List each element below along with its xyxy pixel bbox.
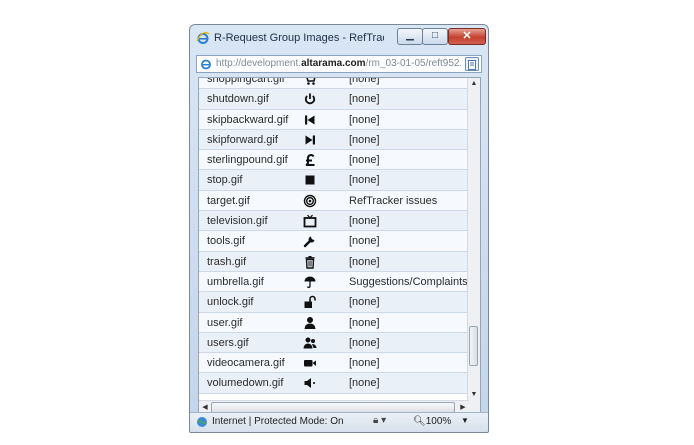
image-group: [none] <box>349 377 380 390</box>
page-report-button[interactable] <box>465 57 479 71</box>
vertical-scroll-thumb[interactable] <box>469 326 478 366</box>
security-zone-text[interactable]: Internet | Protected Mode: On <box>212 416 344 427</box>
image-row[interactable]: shoppingcart.gif [none] <box>199 77 469 90</box>
image-row[interactable]: target.gif RefTracker issues <box>199 190 469 212</box>
image-group: [none] <box>349 316 380 329</box>
maximize-button[interactable]: □ <box>422 28 448 45</box>
image-filename: videocamera.gif <box>207 357 285 370</box>
image-filename: users.gif <box>207 336 249 349</box>
image-list: shoppingcart.gif [none] shutdown.gif [no… <box>199 77 469 394</box>
trash-icon <box>305 255 315 269</box>
protected-mode-icon[interactable]: 🔒︎ ▾ <box>373 415 386 426</box>
image-filename: volumedown.gif <box>207 377 284 390</box>
minimize-button[interactable]: ▁ <box>397 28 423 45</box>
image-row[interactable]: sterlingpound.gif [none] <box>199 150 469 171</box>
image-filename: unlock.gif <box>207 296 254 309</box>
image-group: [none] <box>349 255 380 268</box>
user-icon <box>304 316 316 329</box>
image-filename: skipbackward.gif <box>207 113 289 126</box>
scroll-up-icon[interactable]: ▲ <box>468 78 480 90</box>
ie-page-icon <box>201 59 211 70</box>
url-prefix: http://development. <box>216 58 302 69</box>
image-row[interactable]: television.gif [none] <box>199 211 469 232</box>
url-domain: altarama.com <box>301 58 366 69</box>
internet-explorer-icon <box>196 31 210 44</box>
scroll-down-icon[interactable]: ▼ <box>468 389 480 401</box>
zoom-icon: 🔍︎ <box>413 416 426 427</box>
image-filename: skipforward.gif <box>207 133 278 146</box>
image-filename: stop.gif <box>207 174 243 187</box>
image-group: [none] <box>349 235 380 248</box>
image-filename: trash.gif <box>207 255 247 268</box>
image-group: [none] <box>349 296 380 309</box>
image-group: [none] <box>349 357 380 370</box>
image-row[interactable]: skipbackward.gif [none] <box>199 109 469 130</box>
globe-icon <box>197 417 207 427</box>
browser-popup-window: R-Request Group Images - RefTracker - T.… <box>189 24 489 433</box>
image-filename: sterlingpound.gif <box>207 154 288 167</box>
address-bar[interactable]: http://development.altarama.com/rm_03-01… <box>196 55 482 73</box>
window-title: R-Request Group Images - RefTracker - T.… <box>214 32 384 44</box>
image-group: [none] <box>349 77 380 85</box>
image-row[interactable]: volumedown.gif [none] <box>199 373 469 394</box>
image-group: [none] <box>349 133 380 146</box>
volume-down-icon <box>304 378 315 389</box>
title-bar[interactable]: R-Request Group Images - RefTracker - T.… <box>190 25 488 53</box>
users-icon <box>303 337 317 349</box>
image-group: [none] <box>349 93 380 106</box>
page-content: shoppingcart.gif [none] shutdown.gif [no… <box>198 77 481 416</box>
image-group: Suggestions/Complaints <box>349 275 468 288</box>
minimize-icon: ▁ <box>406 30 414 41</box>
power-icon <box>304 93 316 105</box>
wrench-icon <box>303 236 315 248</box>
image-group: [none] <box>349 154 380 167</box>
video-camera-icon <box>304 360 316 367</box>
zoom-value: 100% <box>425 416 452 427</box>
image-row[interactable]: shutdown.gif [none] <box>199 89 469 110</box>
zoom-level[interactable]: 🔍︎100% <box>413 416 451 427</box>
image-filename: user.gif <box>207 316 243 329</box>
image-group: [none] <box>349 174 380 187</box>
url-path: /rm_03-01-05/reft952. <box>365 58 461 69</box>
image-filename: target.gif <box>207 194 250 207</box>
image-row[interactable]: tools.gif [none] <box>199 231 469 252</box>
vertical-scrollbar[interactable]: ▲ ▼ <box>467 78 480 401</box>
page-report-icon <box>468 60 476 70</box>
status-bar: Internet | Protected Mode: On 🔒︎ ▾ 🔍︎100… <box>190 412 488 432</box>
television-icon <box>303 214 317 228</box>
address-url[interactable]: http://development.altarama.com/rm_03-01… <box>216 58 461 69</box>
image-filename: umbrella.gif <box>207 275 264 288</box>
image-row[interactable]: trash.gif [none] <box>199 251 469 272</box>
image-filename: tools.gif <box>207 235 245 248</box>
shopping-cart-icon <box>306 78 316 85</box>
image-row[interactable]: users.gif [none] <box>199 332 469 354</box>
image-row[interactable]: unlock.gif [none] <box>199 292 469 313</box>
pound-sterling-icon <box>305 154 315 167</box>
image-group: [none] <box>349 336 380 349</box>
umbrella-icon <box>304 276 316 289</box>
close-button[interactable]: ✕ <box>448 28 486 45</box>
maximize-icon: □ <box>431 30 439 41</box>
image-group: [none] <box>349 215 380 228</box>
image-row[interactable]: skipforward.gif [none] <box>199 129 469 151</box>
chevron-down-icon[interactable]: ▼ <box>461 416 469 425</box>
image-filename: television.gif <box>207 215 268 228</box>
skip-backward-icon <box>305 115 315 125</box>
unlock-icon <box>304 295 316 309</box>
image-group: [none] <box>349 113 380 126</box>
image-filename: shutdown.gif <box>207 93 269 106</box>
target-icon <box>303 194 317 207</box>
skip-forward-icon <box>305 135 315 145</box>
image-row[interactable]: stop.gif [none] <box>199 170 469 191</box>
image-row[interactable]: videocamera.gif [none] <box>199 353 469 374</box>
stop-icon <box>305 175 315 185</box>
image-group: RefTracker issues <box>349 194 438 207</box>
image-row[interactable]: user.gif [none] <box>199 312 469 333</box>
close-icon: ✕ <box>462 30 472 42</box>
image-row[interactable]: umbrella.gif Suggestions/Complaints <box>199 271 469 293</box>
image-filename: shoppingcart.gif <box>207 77 285 85</box>
